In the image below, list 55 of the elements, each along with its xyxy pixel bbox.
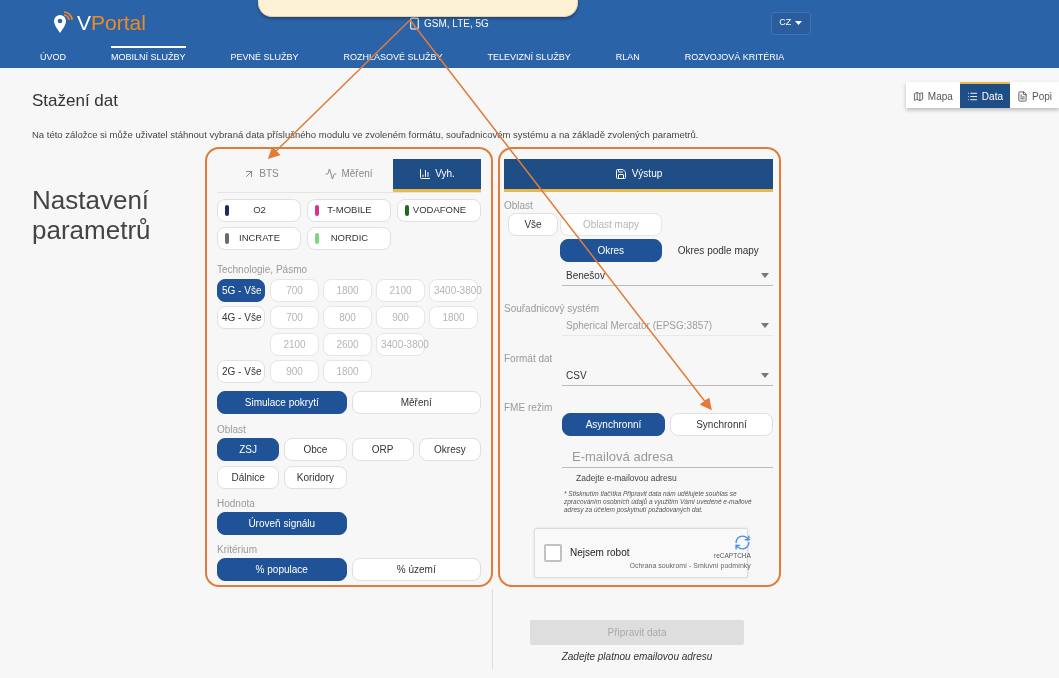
view-tab[interactable]: Mapa <box>905 82 960 108</box>
option-button[interactable]: ZSJ <box>217 437 280 461</box>
nav-link[interactable]: TELEVIZNÍ SLUŽBY <box>487 46 571 68</box>
page-title: Stažení dat <box>32 90 118 112</box>
operator-button[interactable]: T-MOBILE <box>307 198 391 222</box>
field-label: Technologie, Pásmo <box>217 262 309 277</box>
district-select[interactable]: Benešov <box>562 266 773 286</box>
option-button[interactable]: % území <box>351 557 481 581</box>
option-button[interactable]: 4G - Vše <box>217 305 265 329</box>
option-button[interactable]: Dálnice <box>217 465 280 489</box>
option-button[interactable]: Asynchronní <box>562 412 665 436</box>
nav-link[interactable]: PEVNÉ SLUŽBY <box>230 46 299 68</box>
panel-tab[interactable]: Vyh. <box>393 158 481 192</box>
section-heading: Nastavení parametrů <box>32 184 152 247</box>
field-label: Kritérium <box>217 542 258 557</box>
operator-button[interactable]: NORDIC <box>307 226 391 250</box>
panel-tab[interactable]: Měření <box>305 158 393 192</box>
option-button[interactable]: ORP <box>351 437 414 461</box>
option-button[interactable]: Koridory <box>284 465 347 489</box>
field-label: FME režim <box>504 400 554 415</box>
language-dropdown[interactable]: CZ <box>770 11 811 35</box>
option-button[interactable]: Vše <box>508 212 558 236</box>
option-button[interactable]: % populace <box>217 557 347 581</box>
option-button[interactable]: Synchronní <box>670 412 773 436</box>
field-label: Oblast <box>217 422 247 437</box>
option-button[interactable]: Okresy <box>418 437 481 461</box>
nav-link[interactable]: RLAN <box>615 46 640 68</box>
option-button[interactable]: Simulace pokrytí <box>217 390 347 414</box>
option-button[interactable]: Okres <box>560 238 662 262</box>
operator-button[interactable]: VODAFONE <box>397 198 481 222</box>
select-field[interactable]: CSV <box>562 366 773 386</box>
option-button[interactable]: 2G - Vše <box>217 359 265 383</box>
logo-text: VPortal <box>77 10 146 37</box>
output-title: Výstup <box>631 167 663 182</box>
field-label: Souřadnicový systém <box>504 301 601 316</box>
field-label: Hodnota <box>217 496 256 511</box>
view-tab[interactable]: Data <box>959 82 1010 108</box>
view-tab[interactable]: Popi <box>1010 82 1059 108</box>
nav-link[interactable]: MOBILNÍ SLUŽBY <box>111 46 186 68</box>
operator-button[interactable]: O2 <box>217 198 301 222</box>
option-button[interactable]: 5G - Vše <box>217 278 265 302</box>
option-button[interactable]: Úroveň signálu <box>217 511 347 535</box>
nav-link[interactable]: ROZVOJOVÁ KRITÉRIA <box>684 46 785 68</box>
network-label: GSM, LTE, 5G <box>424 16 489 31</box>
nav-link[interactable]: ÚVOD <box>40 46 66 68</box>
option-link[interactable]: Okres podle mapy <box>663 242 773 258</box>
email-hint: Zadejte e-mailovou adresu <box>576 471 678 485</box>
field-label: Oblast <box>504 198 534 213</box>
option-button[interactable]: Měření <box>351 390 481 414</box>
captcha-label: Nejsem robot <box>570 546 630 560</box>
email-field[interactable]: E-mailová adresa <box>562 445 773 468</box>
field-label: Formát dat <box>504 351 554 366</box>
option-button[interactable]: Obce <box>284 437 347 461</box>
operator-button[interactable]: INCRATE <box>217 226 301 250</box>
validation-message: Zadejte platnou emailovou adresu <box>561 649 713 664</box>
